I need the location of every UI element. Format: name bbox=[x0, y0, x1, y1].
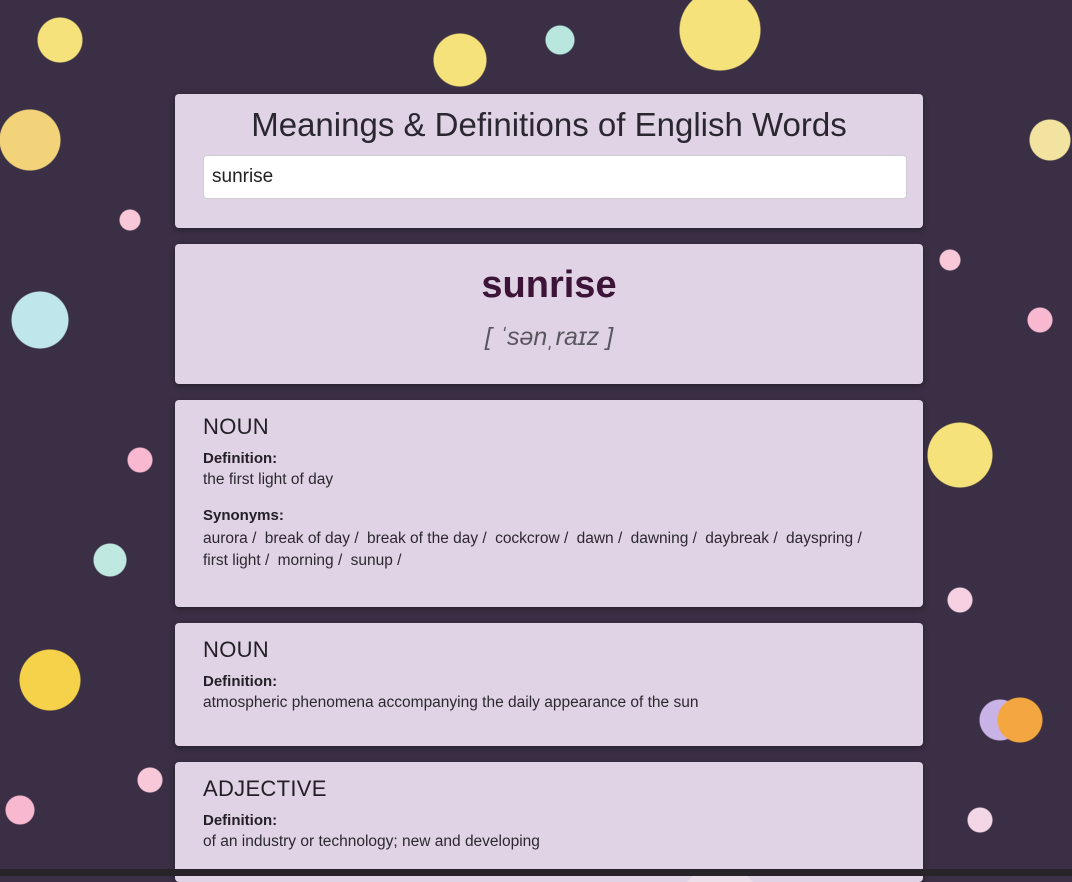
definition-text: of an industry or technology; new and de… bbox=[203, 833, 540, 850]
definition-text: the first light of day bbox=[203, 471, 334, 488]
part-of-speech: NOUN bbox=[203, 637, 269, 662]
synonym-item[interactable]: aurora / bbox=[203, 530, 256, 547]
synonyms-label: Synonyms: bbox=[203, 507, 284, 524]
word-title: sunrise bbox=[481, 264, 617, 306]
synonym-item[interactable]: morning / bbox=[278, 552, 343, 569]
synonym-item[interactable]: sunup / bbox=[351, 552, 402, 569]
page-title: Meanings & Definitions of English Words bbox=[251, 106, 847, 143]
synonym-item[interactable]: first light / bbox=[203, 552, 269, 569]
synonym-item[interactable]: cockcrow / bbox=[495, 530, 568, 547]
bottom-bar bbox=[0, 869, 1072, 876]
definition-label: Definition: bbox=[203, 450, 278, 467]
synonym-item[interactable]: break of day / bbox=[265, 530, 359, 547]
meaning-card: NOUN Definition: atmospheric phenomena a… bbox=[175, 623, 923, 746]
phonetic-text: [ ˈsənˌraɪz ] bbox=[484, 323, 614, 351]
word-panel: sunrise [ ˈsənˌraɪz ] bbox=[175, 244, 923, 384]
synonym-item[interactable]: dayspring / bbox=[786, 530, 862, 547]
synonym-item[interactable]: break of the day / bbox=[367, 530, 487, 547]
part-of-speech: ADJECTIVE bbox=[203, 776, 327, 801]
definition-label: Definition: bbox=[203, 812, 278, 829]
definition-text: atmospheric phenomena accompanying the d… bbox=[203, 694, 699, 711]
synonym-item[interactable]: daybreak / bbox=[705, 530, 777, 547]
search-panel: Meanings & Definitions of English Words bbox=[175, 94, 923, 228]
synonyms-list: aurora / break of day / break of the day… bbox=[203, 528, 883, 572]
synonym-item[interactable]: dawning / bbox=[631, 530, 697, 547]
definition-label: Definition: bbox=[203, 673, 278, 690]
meaning-card: ADJECTIVE Definition: of an industry or … bbox=[175, 762, 923, 882]
meaning-card: NOUN Definition: the first light of day … bbox=[175, 400, 923, 607]
part-of-speech: NOUN bbox=[203, 414, 269, 439]
synonym-item[interactable]: dawn / bbox=[577, 530, 623, 547]
search-input[interactable] bbox=[203, 155, 907, 199]
